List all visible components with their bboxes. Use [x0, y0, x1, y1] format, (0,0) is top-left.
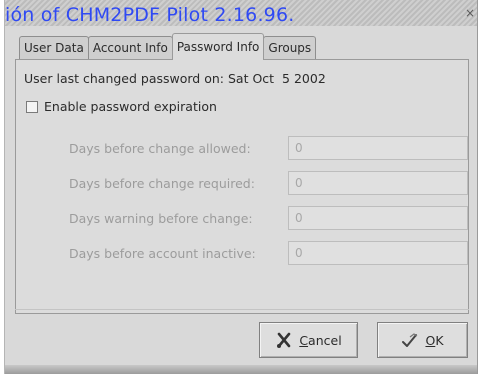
- days-before-change-required-label: Days before change required:: [69, 176, 255, 191]
- cancel-mnemonic: C: [299, 332, 309, 348]
- enable-expiration-row[interactable]: Enable password expiration: [26, 99, 217, 114]
- window-bottom-edge: [5, 365, 477, 374]
- tab-groups[interactable]: Groups: [263, 36, 317, 59]
- days-warning-before-change-label: Days warning before change:: [69, 211, 253, 226]
- tab-account-info[interactable]: Account Info: [87, 36, 173, 59]
- hand-check-icon: [402, 333, 418, 347]
- window-title: ión of CHM2PDF Pilot 2.16.96.: [5, 4, 295, 26]
- ok-button[interactable]: OK: [377, 322, 468, 358]
- field-row-warning: Days warning before change:: [16, 206, 470, 232]
- cancel-button[interactable]: Cancel: [259, 322, 358, 358]
- tab-user-data[interactable]: User Data: [19, 36, 89, 59]
- enable-expiration-checkbox[interactable]: [26, 100, 38, 113]
- last-changed-value: Sat Oct 5 2002: [228, 71, 326, 86]
- user-properties-dialog: ión of CHM2PDF Pilot 2.16.96. × User Dat…: [4, 0, 478, 374]
- days-before-change-allowed-label: Days before change allowed:: [69, 141, 251, 156]
- tab-bar: User Data Account Info Password Info Gro…: [19, 33, 317, 60]
- field-row-account-inactive: Days before account inactive:: [16, 241, 470, 267]
- days-before-change-allowed-input[interactable]: [288, 136, 468, 160]
- days-before-change-required-input[interactable]: [288, 171, 468, 195]
- field-row-change-allowed: Days before change allowed:: [16, 136, 470, 162]
- close-icon[interactable]: ×: [465, 6, 475, 20]
- tab-password-info[interactable]: Password Info: [171, 33, 265, 60]
- password-info-panel: User last changed password on: Sat Oct 5 …: [15, 59, 469, 314]
- ok-mnemonic: O: [425, 332, 436, 348]
- enable-expiration-label[interactable]: Enable password expiration: [44, 99, 217, 114]
- field-row-change-required: Days before change required:: [16, 171, 470, 197]
- button-separator: [15, 309, 469, 310]
- days-before-account-inactive-label: Days before account inactive:: [69, 246, 256, 261]
- ok-button-label: OK: [425, 333, 443, 348]
- last-changed-row: User last changed password on: Sat Oct 5 …: [24, 71, 326, 86]
- ok-label-rest: K: [435, 332, 444, 348]
- days-before-account-inactive-input[interactable]: [288, 241, 468, 265]
- title-bar[interactable]: ión of CHM2PDF Pilot 2.16.96. ×: [5, 0, 477, 26]
- last-changed-label: User last changed password on:: [24, 71, 224, 86]
- scissors-x-icon: [277, 332, 291, 348]
- days-warning-before-change-input[interactable]: [288, 206, 468, 230]
- cancel-label-rest: ancel: [308, 332, 342, 348]
- cancel-button-label: Cancel: [299, 333, 341, 348]
